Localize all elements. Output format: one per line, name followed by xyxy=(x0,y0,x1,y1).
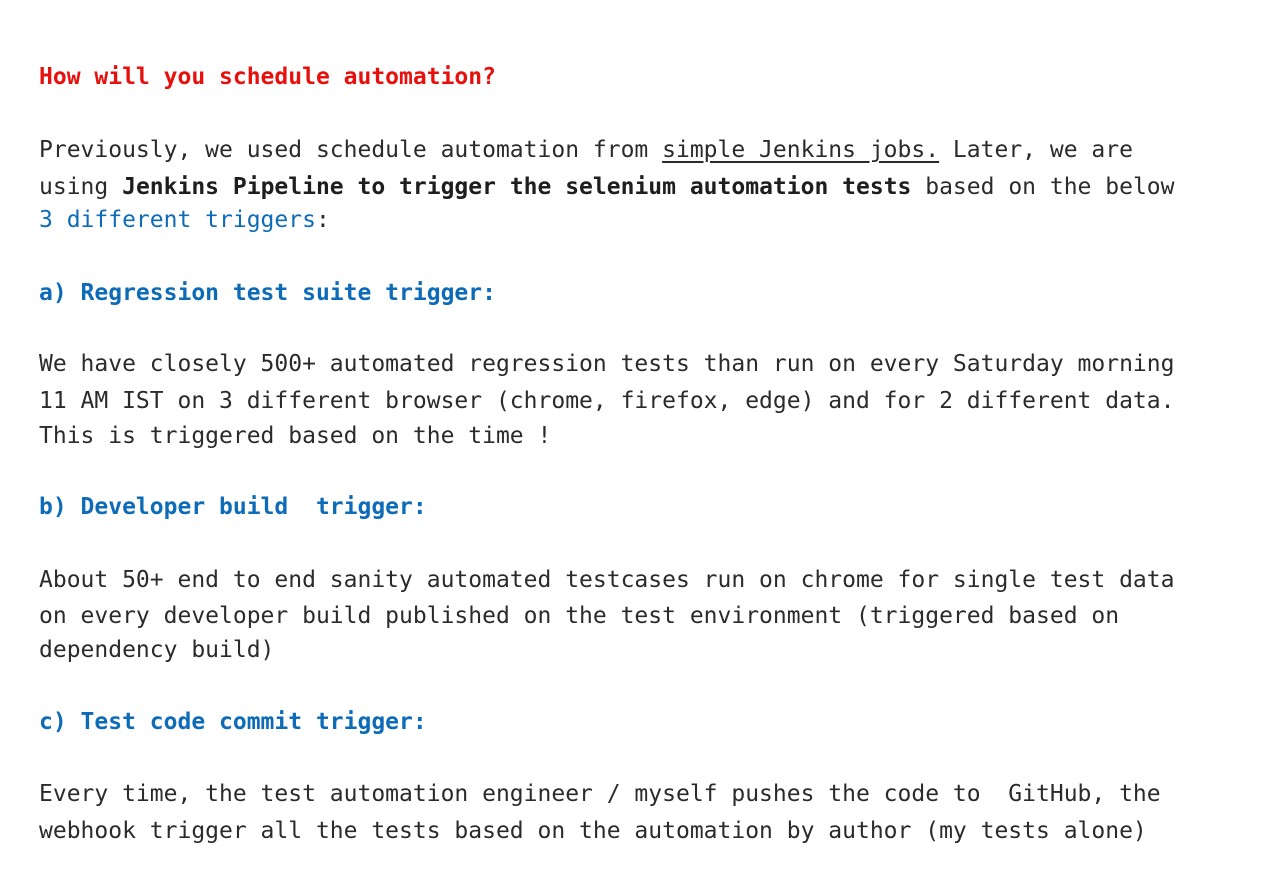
section-line: webhook trigger all the tests based on t… xyxy=(39,818,1147,844)
section-title-developer-build: b) Developer build trigger: xyxy=(39,494,427,520)
intro-line-1: Previously, we used schedule automation … xyxy=(39,135,1133,165)
section-title-code-commit: c) Test code commit trigger: xyxy=(39,709,427,735)
section-line: on every developer build published on th… xyxy=(39,603,1120,629)
triggers-highlight: 3 different triggers xyxy=(39,207,316,233)
page-heading: How will you schedule automation? xyxy=(39,64,496,90)
intro-text: Previously, we used schedule automation … xyxy=(39,137,663,163)
section-line: This is triggered based on the time ! xyxy=(39,423,552,449)
intro-text: : xyxy=(315,207,330,233)
section-line: We have closely 500+ automated regressio… xyxy=(39,351,1175,377)
intro-line-3: 3 different triggers: xyxy=(39,205,330,235)
simple-jenkins-jobs-link[interactable]: simple Jenkins jobs. xyxy=(662,137,939,163)
section-line: Every time, the test automation engineer… xyxy=(39,781,1161,807)
section-line: About 50+ end to end sanity automated te… xyxy=(39,567,1175,593)
section-line: dependency build) xyxy=(39,637,275,663)
intro-text: Later, we are xyxy=(939,137,1133,163)
intro-text: using xyxy=(39,174,123,200)
section-title-regression: a) Regression test suite trigger: xyxy=(39,280,496,306)
intro-line-2: using Jenkins Pipeline to trigger the se… xyxy=(39,172,1175,202)
intro-bold-text: Jenkins Pipeline to trigger the selenium… xyxy=(122,174,912,200)
section-line: 11 AM IST on 3 different browser (chrome… xyxy=(39,388,1175,414)
intro-text: based on the below xyxy=(911,174,1175,200)
